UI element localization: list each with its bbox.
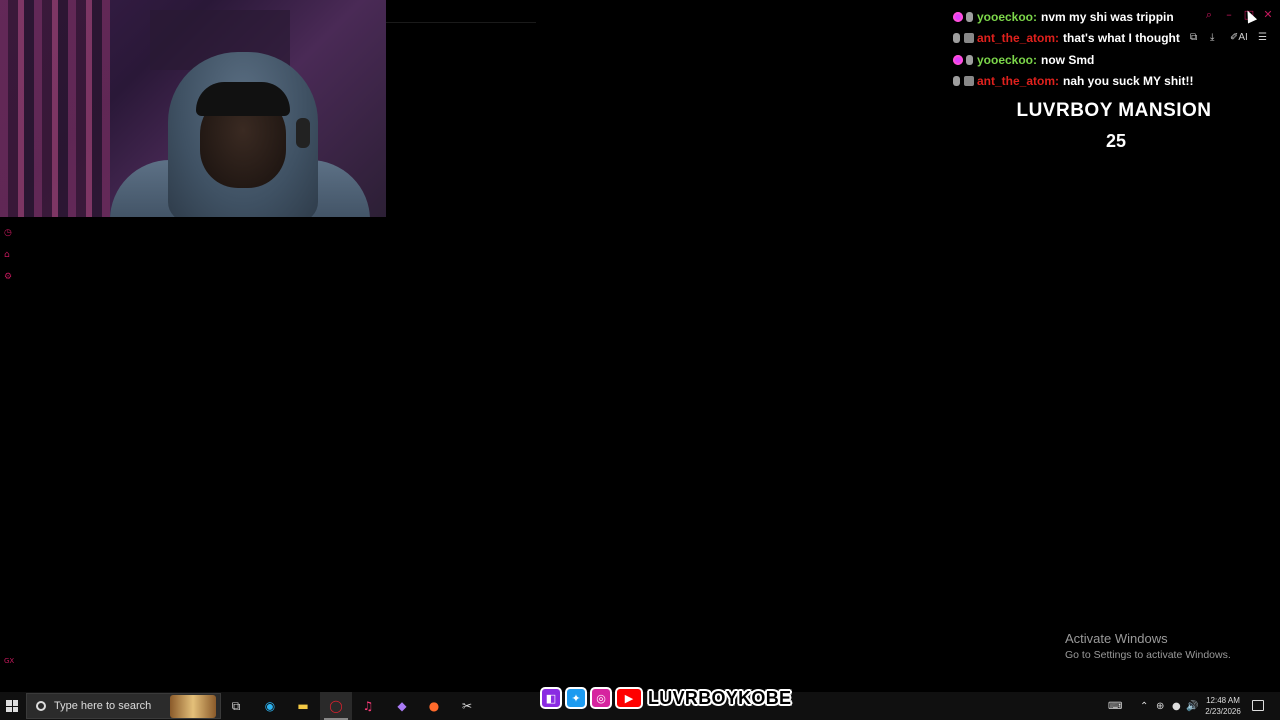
twitter-icon: ✦	[565, 687, 587, 709]
edge-icon[interactable]: ◉	[260, 696, 280, 716]
headset-icon	[296, 118, 310, 148]
menu-icon[interactable]: ☰	[1258, 32, 1267, 44]
chat-overlay: yooeckoo: nvm my shi was trippin ant_the…	[953, 6, 1203, 92]
ai-button[interactable]: ✐AI	[1230, 32, 1248, 44]
search-icon	[36, 701, 46, 711]
mute-badge	[964, 33, 974, 44]
overlay-title: LUVRBOY MANSION	[1016, 100, 1212, 121]
activation-watermark: Activate Windows Go to Settings to activ…	[1065, 631, 1231, 661]
mic-icon[interactable]: ●	[1172, 692, 1181, 720]
search-highlight-image	[170, 695, 216, 718]
notification-icon[interactable]	[1252, 700, 1264, 711]
obsidian-icon[interactable]: ◆	[392, 696, 412, 716]
search-icon[interactable]: ⌕	[1202, 8, 1216, 22]
volume-icon[interactable]: 🔊	[1186, 692, 1198, 720]
chat-text: that's what I thought	[1063, 31, 1180, 46]
clock-icon[interactable]: ◷	[4, 228, 14, 238]
search-input[interactable]	[54, 700, 174, 712]
home-icon[interactable]: ⌂	[4, 250, 14, 260]
mute-badge	[964, 76, 974, 87]
clock-time: 12:48 AM	[1206, 696, 1240, 705]
chevron-up-icon[interactable]: ⌃	[1140, 692, 1148, 720]
search-box[interactable]	[26, 693, 221, 719]
task-view-icon[interactable]: ⧉	[226, 696, 246, 716]
overlay-count: 25	[1105, 131, 1127, 151]
sub-badge	[953, 54, 963, 65]
streamer-cap	[196, 82, 290, 116]
instagram-icon: ◎	[590, 687, 612, 709]
download-icon[interactable]: ⤓	[1210, 32, 1214, 44]
chat-username: ant_the_atom:	[977, 74, 1060, 89]
webcam-feed	[0, 0, 386, 217]
file-explorer-icon[interactable]: ▬	[293, 696, 313, 716]
browser-icon[interactable]: ●	[424, 696, 444, 716]
mic-badge	[953, 76, 960, 87]
activation-subtitle: Go to Settings to activate Windows.	[1065, 649, 1231, 661]
mic-badge	[966, 11, 973, 22]
close-icon[interactable]: ✕	[1261, 8, 1275, 22]
snipping-tool-icon[interactable]: ✂	[457, 696, 477, 716]
social-handle: LUVRBOYKOBE	[648, 687, 792, 708]
mic-badge	[966, 54, 973, 65]
minimize-icon[interactable]: –	[1222, 8, 1236, 22]
clock[interactable]: 12:48 AM 2/23/2026	[1200, 695, 1246, 717]
twitch-icon: ◧	[540, 687, 562, 709]
mic-badge	[953, 33, 960, 44]
chat-message: ant_the_atom: nah you suck MY shit!!	[953, 71, 1203, 93]
chat-text: now Smd	[1041, 52, 1095, 67]
snapshot-icon[interactable]: ⧉	[1190, 32, 1197, 44]
itunes-icon[interactable]: ♫	[358, 696, 378, 716]
start-button[interactable]	[0, 692, 24, 720]
settings-icon[interactable]: ⚙	[4, 272, 14, 282]
socials-overlay: ◧ ✦ ◎ ▶ LUVRBOYKOBE	[540, 686, 791, 710]
chat-message: yooeckoo: now Smd	[953, 49, 1203, 71]
chat-username: ant_the_atom:	[977, 31, 1060, 46]
opera-gx-icon[interactable]: ◯	[326, 696, 346, 716]
gx-label: GX	[4, 657, 15, 665]
keyboard-icon[interactable]: ⌨	[1108, 692, 1122, 720]
chat-message: yooeckoo: nvm my shi was trippin	[953, 6, 1203, 28]
chat-username: yooeckoo:	[977, 52, 1038, 67]
windows-logo-icon	[6, 700, 18, 712]
youtube-icon: ▶	[615, 687, 643, 709]
chat-message: ant_the_atom: that's what I thought	[953, 28, 1203, 50]
chat-text: nvm my shi was trippin	[1041, 9, 1174, 24]
network-icon[interactable]: ⊕	[1156, 692, 1164, 720]
background-curtain	[0, 0, 110, 217]
chat-text: nah you suck MY shit!!	[1063, 74, 1194, 89]
divider	[386, 22, 536, 23]
clock-date: 2/23/2026	[1205, 707, 1241, 716]
ai-label: AI	[1238, 32, 1248, 43]
sub-badge	[953, 11, 963, 22]
activation-title: Activate Windows	[1065, 631, 1168, 646]
chat-username: yooeckoo:	[977, 9, 1038, 24]
